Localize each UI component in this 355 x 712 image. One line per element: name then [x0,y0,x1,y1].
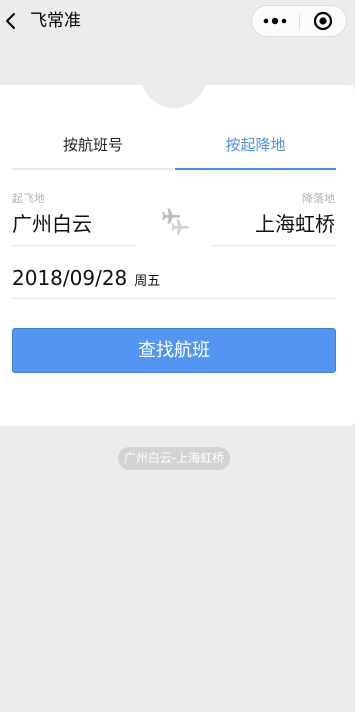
swap-cities-button[interactable] [160,206,194,238]
tab-by-flight-number[interactable]: 按航班号 [12,133,174,157]
departure-underline [12,245,136,246]
arrival-underline [212,245,336,246]
departure-label: 起飞地 [12,192,45,205]
chevron-left-icon [6,13,15,29]
date-underline [12,298,336,299]
date-picker[interactable]: 2018/09/28 周五 [12,264,160,292]
date-value: 2018/09/28 [12,266,128,290]
menu-capsule [251,5,347,37]
departure-city-field[interactable]: 广州白云 [12,211,92,237]
history-route-chip[interactable]: 广州白云-上海虹桥 [118,447,230,470]
tab-underline [12,168,174,170]
airplane-swap-icon [162,208,189,235]
back-button[interactable] [2,9,24,33]
close-button[interactable] [300,6,346,36]
arrival-label: 降落地 [302,192,335,205]
tab-by-route[interactable]: 按起降地 [175,133,336,157]
arrival-city-field[interactable]: 上海虹桥 [255,211,335,237]
target-close-icon [313,11,333,31]
weekday-value: 周五 [134,274,161,289]
tab-active-indicator [175,168,336,170]
navigation-bar: 飞常准 [0,0,355,44]
more-button[interactable] [252,6,299,36]
app-title: 飞常准 [30,11,81,31]
more-dots-icon [263,17,287,25]
search-flights-button[interactable]: 查找航班 [12,328,336,373]
